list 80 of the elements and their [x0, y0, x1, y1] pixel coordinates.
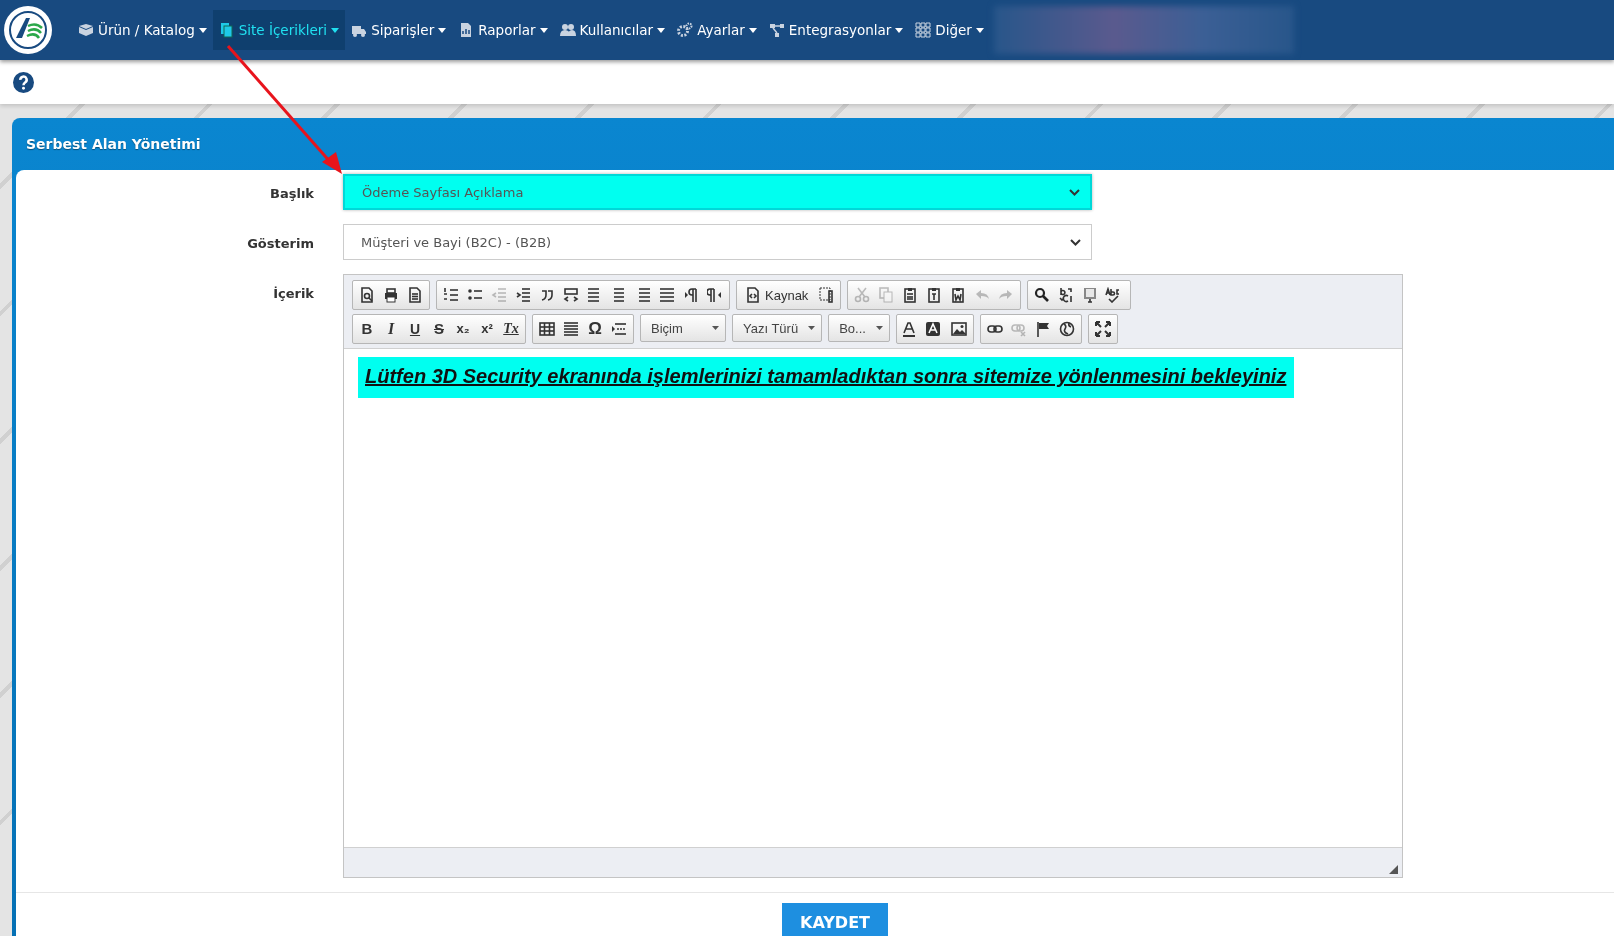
div-icon: [563, 287, 579, 303]
nav-menu-item[interactable]: Entegrasyonlar: [762, 10, 910, 50]
replace-icon: [1058, 287, 1075, 303]
source-button[interactable]: Kaynak: [739, 283, 815, 307]
caret-icon: [198, 27, 207, 33]
caret-icon: [808, 326, 816, 330]
bold-button[interactable]: B: [355, 317, 379, 341]
print-icon: [383, 287, 399, 303]
nav-menu-item[interactable]: Ürün / Katalog: [72, 10, 213, 50]
remove-format-button[interactable]: Tx: [499, 317, 523, 341]
table-icon: [539, 321, 555, 337]
caret-icon: [657, 27, 666, 33]
quote-icon: [539, 287, 555, 303]
network-icon: [768, 22, 785, 38]
maximize-icon: [1094, 321, 1111, 337]
select-field[interactable]: Ödeme Sayfası Açıklama: [343, 174, 1092, 210]
omega-button[interactable]: Ω: [583, 317, 607, 341]
underline-button[interactable]: U: [403, 317, 427, 341]
clipboard-icon: [926, 287, 943, 303]
company-logo[interactable]: [4, 6, 52, 54]
italic-button[interactable]: I: [379, 317, 403, 341]
dropdown-field[interactable]: Bo...: [828, 314, 890, 342]
flag-icon: [1034, 321, 1051, 337]
page-break-icon: [611, 321, 627, 337]
nav-menu-item[interactable]: Site İçerikleri: [212, 10, 346, 50]
source-icon: [745, 287, 761, 303]
nav-menu-item[interactable]: Diğer: [909, 10, 990, 50]
caret-icon: [875, 326, 883, 330]
dropdown-field[interactable]: Yazı Türü: [732, 314, 823, 342]
scissors-icon: [854, 287, 871, 303]
grid-icon: [915, 22, 932, 38]
caret-icon: [539, 27, 548, 33]
indent-icon: [515, 287, 531, 303]
field-label: İçerik: [272, 285, 314, 303]
chevron-down-icon: [1070, 238, 1081, 246]
ltr-icon: [683, 287, 699, 303]
rich-text-editor[interactable]: Kaynak B I U S x₂ x² Tx Ω Biçim Yazı Türü Bo... Lütfen 3D Security ekranında işlemlerinizi tamamladıktan sonra sitemize yönlenmesini bekleyiniz: [343, 274, 1403, 878]
justify-icon: [659, 287, 675, 303]
field-label: Gösterim: [246, 235, 314, 253]
globe-icon: [1058, 321, 1075, 337]
preview-icon: [359, 287, 375, 303]
align-center-icon: [611, 287, 627, 303]
clipboard-icon: [902, 287, 919, 303]
rtl-icon: [707, 287, 723, 303]
users-icon: [559, 22, 576, 38]
caret-icon: [895, 27, 904, 33]
unlink-icon: [1010, 321, 1027, 337]
select-field[interactable]: Müşteri ve Bayi (B2C) - (B2B): [343, 224, 1092, 260]
numbered-list-icon: [443, 287, 459, 303]
clipboard-icon: [950, 287, 967, 303]
select-all-icon: [1082, 287, 1099, 303]
superscript-button[interactable]: x²: [475, 317, 499, 341]
nav-menu-item[interactable]: Ayarlar: [671, 10, 763, 50]
nav-menu-item[interactable]: Siparişler: [345, 10, 453, 50]
content-paragraph: Lütfen 3D Security ekranında işlemlerinizi tamamladıktan sonra sitemize yönlenmesini bekleyiniz: [358, 357, 1295, 398]
copy-icon: [878, 287, 895, 303]
search-icon: [1034, 287, 1051, 303]
caret-icon: [438, 27, 447, 33]
caret-icon: [975, 27, 984, 33]
panel-title: Serbest Alan Yönetimi: [26, 136, 201, 152]
horizontal-rule-icon: [563, 321, 579, 337]
blocks-icon: [818, 287, 835, 303]
bullet-list-icon: [467, 287, 483, 303]
field-label: Başlık: [269, 185, 314, 203]
document-icon: [407, 287, 423, 303]
nav-menu-item[interactable]: Kullanıcılar: [553, 10, 672, 50]
resize-handle-icon[interactable]: [1389, 865, 1398, 874]
nav-menu-item[interactable]: Raporlar: [452, 10, 554, 50]
box-icon: [78, 22, 94, 38]
pages-icon: [218, 22, 235, 38]
chevron-down-icon: [1069, 188, 1080, 196]
caret-icon: [748, 27, 757, 33]
dropdown-field[interactable]: Biçim: [640, 314, 726, 342]
strikethrough-button[interactable]: S: [427, 317, 451, 341]
subscript-button[interactable]: x₂: [451, 317, 475, 341]
caret-icon: [331, 27, 340, 33]
image-icon: [950, 321, 967, 337]
outdent-icon: [491, 287, 507, 303]
caret-icon: [712, 326, 719, 330]
help-icon[interactable]: [13, 71, 34, 93]
